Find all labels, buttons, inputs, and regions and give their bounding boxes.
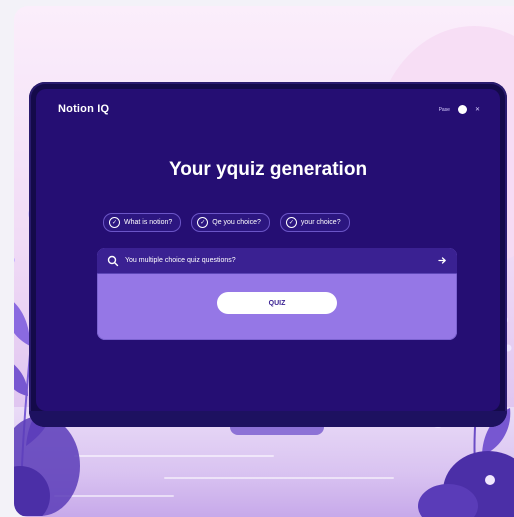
chip-label: Qe you choice? — [212, 219, 261, 226]
brand-logo[interactable]: Notion IQ — [58, 103, 109, 115]
suggestion-chip[interactable]: ✓ Qe you choice? — [191, 213, 270, 232]
search-input[interactable]: You multiple choice quiz questions? — [97, 248, 457, 274]
chip-label: What is notion? — [124, 219, 173, 226]
search-icon — [107, 255, 119, 266]
close-icon[interactable]: ✕ — [475, 106, 480, 113]
monitor: Notion IQ Pase ✕ Your yquiz generation ✓… — [29, 82, 507, 427]
top-label[interactable]: Pase — [439, 107, 450, 113]
check-icon: ✓ — [285, 217, 297, 228]
toggle-icon[interactable] — [457, 105, 467, 114]
prompt-panel: You multiple choice quiz questions? QUIZ — [97, 248, 457, 340]
suggestion-chips: ✓ What is notion? ✓ Qe you choice? ✓ you… — [103, 213, 350, 232]
app-screen: Notion IQ Pase ✕ Your yquiz generation ✓… — [36, 89, 500, 411]
suggestion-chip[interactable]: ✓ your choice? — [279, 213, 350, 232]
check-icon: ✓ — [197, 217, 209, 228]
top-controls: Pase ✕ — [439, 105, 480, 114]
send-icon[interactable] — [438, 256, 447, 265]
quiz-button[interactable]: QUIZ — [217, 292, 337, 314]
monitor-bottom-bezel — [29, 411, 507, 427]
page-title: Your yquiz generation — [168, 159, 368, 180]
search-value: You multiple choice quiz questions? — [125, 257, 236, 264]
check-icon: ✓ — [109, 217, 120, 228]
monitor-stand — [230, 427, 324, 435]
suggestion-chip[interactable]: ✓ What is notion? — [103, 213, 182, 232]
chip-label: your choice? — [300, 219, 341, 226]
